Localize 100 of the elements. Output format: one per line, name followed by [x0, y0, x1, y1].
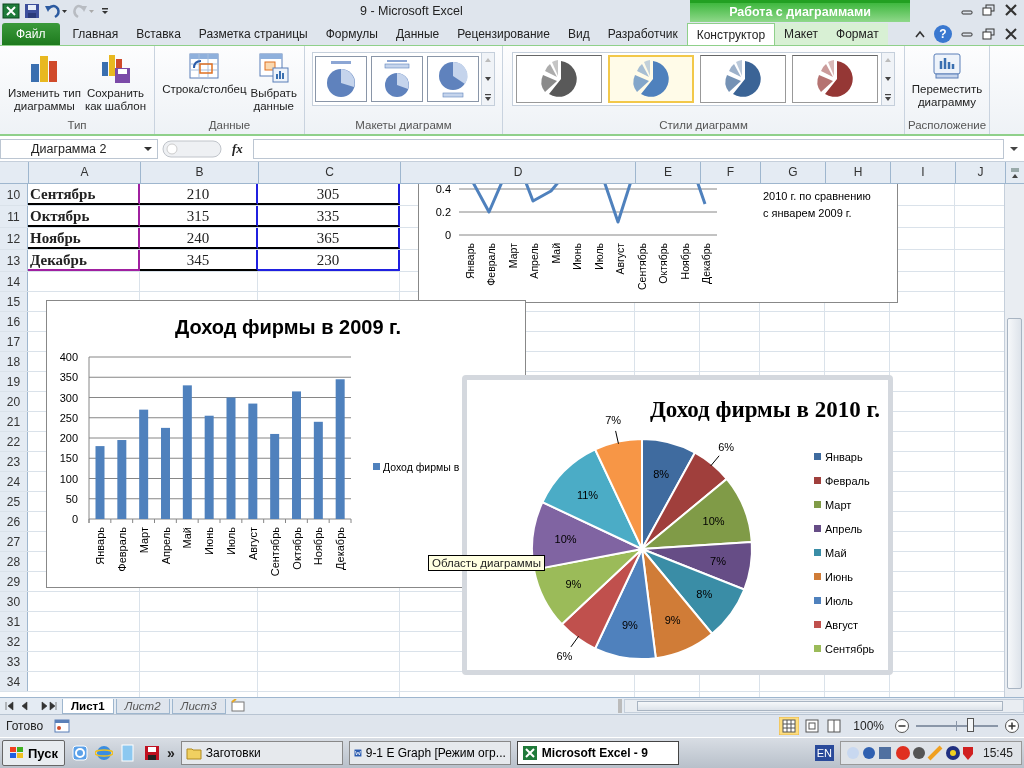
switch-row-column-button[interactable]: Строка/столбец: [160, 50, 249, 98]
column-header[interactable]: D: [401, 162, 636, 183]
ribbon-tab[interactable]: Рецензирование: [448, 23, 559, 45]
column-header[interactable]: H: [826, 162, 891, 183]
row-header[interactable]: 30: [0, 592, 28, 611]
row-header[interactable]: 27: [0, 532, 28, 551]
row-header[interactable]: 19: [0, 372, 28, 391]
taskbar-item[interactable]: 9-1 E Graph [Режим огр...: [348, 741, 511, 765]
formula-input[interactable]: [252, 139, 1004, 159]
page-layout-icon[interactable]: [803, 717, 822, 735]
row-header[interactable]: 23: [0, 452, 28, 471]
row-header[interactable]: 10: [0, 184, 28, 205]
save-icon[interactable]: [143, 744, 161, 762]
vertical-scrollbar[interactable]: [1004, 184, 1024, 697]
axis-tick-label: 250: [59, 411, 78, 424]
start-button[interactable]: Пуск: [2, 740, 65, 766]
restore-icon[interactable]: [982, 4, 996, 16]
sheet-tab[interactable]: Лист3: [171, 698, 226, 714]
row-header[interactable]: 15: [0, 292, 28, 311]
ribbon-tab[interactable]: Макет: [775, 23, 828, 45]
sheet-tab[interactable]: Лист2: [115, 698, 170, 714]
zoom-slider-thumb[interactable]: [967, 718, 975, 732]
insert-function-button[interactable]: fx: [226, 141, 249, 157]
name-box[interactable]: Диаграмма 2: [0, 139, 158, 159]
row-header[interactable]: 32: [0, 632, 28, 651]
ribbon-tab[interactable]: Данные: [386, 23, 449, 45]
row-header[interactable]: 21: [0, 412, 28, 431]
column-header[interactable]: J: [956, 162, 1006, 183]
more-button[interactable]: »: [167, 745, 175, 761]
ribbon-tab[interactable]: Разработчик: [598, 23, 687, 45]
save-icon[interactable]: [24, 3, 40, 19]
column-header[interactable]: F: [701, 162, 761, 183]
ribbon-tab[interactable]: Разметка страницы: [189, 23, 317, 45]
sheet-tab[interactable]: Лист1: [62, 698, 114, 714]
chart-layout-option[interactable]: [371, 56, 423, 102]
column-header[interactable]: C: [259, 162, 401, 183]
help-button[interactable]: ?: [934, 25, 952, 43]
select-data-button[interactable]: Выбрать данные: [248, 50, 299, 115]
row-header[interactable]: 14: [0, 272, 28, 291]
ribbon-tab[interactable]: Файл: [2, 23, 60, 45]
chart-style-option[interactable]: [516, 55, 602, 103]
row-header[interactable]: 18: [0, 352, 28, 371]
ribbon-tab[interactable]: Формат: [827, 23, 888, 45]
page-break-icon[interactable]: [825, 717, 844, 735]
row-header[interactable]: 16: [0, 312, 28, 331]
zoom-out-icon[interactable]: [894, 718, 910, 734]
line-chart[interactable]: 0.4 0.2 0 Январь Февраль Март Апрель Май Июнь Июль Август Сентябрь Октябрь Ноябрь Декабрь 2010 г. по сравнению с январем 2009 г.: [418, 184, 898, 303]
chart-style-option[interactable]: [792, 55, 878, 103]
language-indicator[interactable]: EN: [814, 745, 834, 761]
column-header[interactable]: E: [636, 162, 701, 183]
taskbar-item[interactable]: Microsoft Excel - 9: [516, 741, 679, 765]
chart-style-option[interactable]: [700, 55, 786, 103]
undo-icon[interactable]: [44, 3, 68, 19]
sheet-navigation-icon[interactable]: [4, 700, 60, 712]
ribbon-tab[interactable]: Конструктор: [686, 23, 776, 45]
ribbon-tab[interactable]: Формулы: [316, 23, 387, 45]
dropdown-caret-icon[interactable]: [143, 145, 153, 153]
save-as-template-button[interactable]: Сохранить как шаблон: [82, 50, 149, 115]
column-header[interactable]: G: [761, 162, 826, 183]
chart-layout-option[interactable]: [315, 56, 367, 102]
row-header[interactable]: 28: [0, 552, 28, 571]
ribbon-tab[interactable]: Вставка: [127, 23, 190, 45]
row-header[interactable]: 29: [0, 572, 28, 591]
collapse-ribbon-icon[interactable]: [914, 29, 926, 39]
row-header[interactable]: 26: [0, 512, 28, 531]
row-header[interactable]: 31: [0, 612, 28, 631]
column-header[interactable]: A: [29, 162, 141, 183]
row-header[interactable]: 20: [0, 392, 28, 411]
row-header[interactable]: 11: [0, 206, 28, 227]
taskbar-item[interactable]: Заготовки: [180, 741, 343, 765]
split-handle-icon[interactable]: [1009, 165, 1021, 180]
close-icon[interactable]: [1004, 28, 1018, 40]
legend-label: Март: [825, 499, 852, 511]
column-header[interactable]: B: [141, 162, 259, 183]
refresh-icon[interactable]: [71, 744, 89, 762]
axis-tick-label: 400: [59, 351, 78, 363]
ribbon-tab[interactable]: Вид: [558, 23, 599, 45]
zoom-in-icon[interactable]: [1004, 718, 1020, 734]
splitter-handle-icon[interactable]: [162, 139, 222, 159]
row-header[interactable]: 17: [0, 332, 28, 351]
restore-icon[interactable]: [982, 28, 996, 40]
row-header[interactable]: 12: [0, 228, 28, 249]
row-header[interactable]: 25: [0, 492, 28, 511]
row-header[interactable]: 22: [0, 432, 28, 451]
column-header[interactable]: I: [891, 162, 956, 183]
row-header[interactable]: 33: [0, 652, 28, 671]
change-chart-type-button[interactable]: Изменить тип диаграммы: [5, 50, 83, 115]
zoom-level[interactable]: 100%: [853, 719, 884, 733]
normal-view-icon[interactable]: [779, 717, 800, 735]
ribbon-tab[interactable]: Главная: [63, 23, 128, 45]
legend-label: Апрель: [825, 523, 863, 535]
horizontal-scrollbar[interactable]: [624, 699, 1024, 713]
tray-icons-drawing[interactable]: [844, 744, 975, 762]
row-header[interactable]: 24: [0, 472, 28, 491]
macro-record-icon[interactable]: [53, 719, 72, 733]
close-icon[interactable]: [1004, 4, 1018, 16]
chart-layout-option[interactable]: [427, 56, 479, 102]
row-header[interactable]: 13: [0, 250, 28, 271]
move-chart-button[interactable]: Переместить диаграмму: [909, 50, 985, 111]
row-header[interactable]: 34: [0, 672, 28, 691]
